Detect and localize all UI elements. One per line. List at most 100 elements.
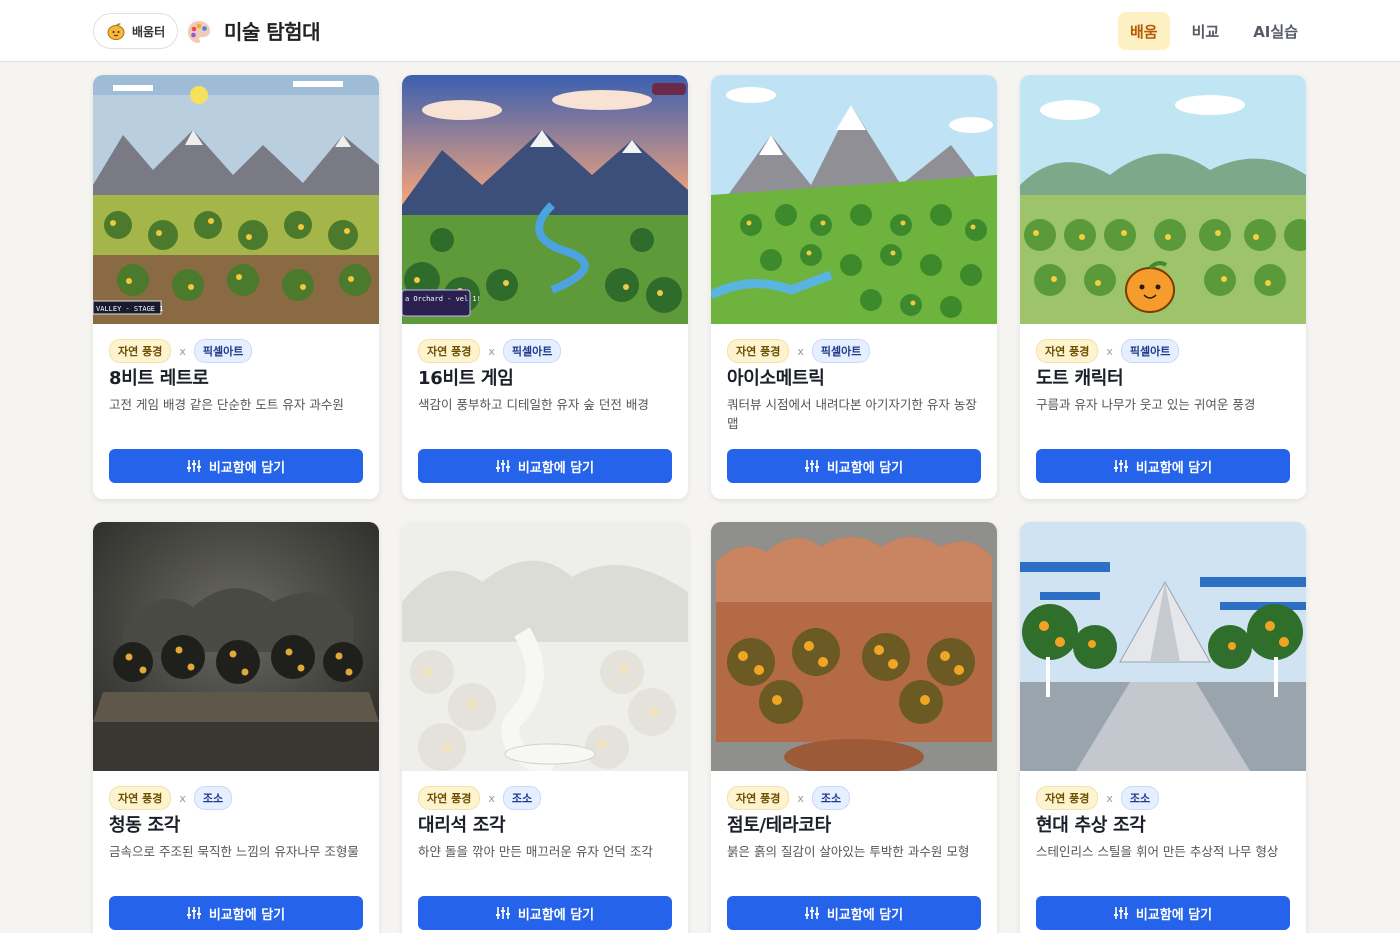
svg-text:a Orchard - vel 1!: a Orchard - vel 1! (405, 295, 481, 303)
add-to-compare-label: 비교함에 담기 (208, 460, 286, 476)
tag-style: 픽셀아트 (193, 339, 253, 363)
style-card[interactable]: 자연 풍경 x 조소 대리석 조각 하얀 돌을 깎아 만든 매끄러운 유자 언덕… (402, 522, 688, 933)
card-description: 구름과 유자 나무가 웃고 있는 귀여운 풍경 (1036, 397, 1256, 412)
card-title: 16비트 게임 (418, 368, 514, 389)
card-description: 하얀 돌을 깎아 만든 매끄러운 유자 언덕 조각 (418, 844, 653, 859)
tag-row: 자연 풍경 x 픽셀아트 (727, 339, 871, 363)
add-to-compare-button[interactable]: 비교함에 담기 (418, 896, 672, 930)
card-title: 대리석 조각 (418, 815, 506, 836)
add-to-compare-label: 비교함에 담기 (517, 907, 595, 923)
tag-style: 조소 (193, 786, 233, 810)
page-title: 미술 탐험대 (224, 20, 320, 44)
nav-ai-practice[interactable]: AI실습 (1241, 12, 1310, 50)
dot-character-image (1020, 75, 1306, 324)
tag-row: 자연 풍경 x 픽셀아트 (109, 339, 253, 363)
top-bar: 배움터 미술 탐험대 배움 비교 AI실습 (0, 0, 1400, 62)
tag-style: 조소 (1120, 786, 1160, 810)
tag-separator: x (1106, 344, 1113, 358)
tag-row: 자연 풍경 x 조소 (1036, 786, 1160, 810)
bronze-sculpture-image (93, 522, 379, 771)
style-card[interactable]: 자연 풍경 x 조소 점토/테라코타 붉은 흙의 질감이 살아있는 투박한 과수… (711, 522, 997, 933)
card-description: 고전 게임 배경 같은 단순한 도트 유자 과수원 (109, 397, 344, 412)
card-title: 도트 캐릭터 (1036, 368, 1124, 389)
sliders-icon (804, 907, 819, 919)
tag-row: 자연 풍경 x 픽셀아트 (418, 339, 562, 363)
tag-style: 조소 (811, 786, 851, 810)
add-to-compare-label: 비교함에 담기 (826, 460, 904, 476)
add-to-compare-button[interactable]: 비교함에 담기 (1036, 449, 1290, 483)
sliders-icon (1113, 460, 1128, 472)
yuzu-mascot-icon (107, 23, 125, 40)
tag-nature: 자연 풍경 (727, 786, 790, 810)
tag-row: 자연 풍경 x 조소 (418, 786, 542, 810)
card-description: 붉은 흙의 질감이 살아있는 투박한 과수원 모형 (727, 844, 970, 859)
style-card[interactable]: 자연 풍경 x 조소 현대 추상 조각 스테인리스 스틸을 휘어 만든 추상적 … (1020, 522, 1306, 933)
home-label: 배움터 (132, 24, 166, 39)
isometric-farm-image (711, 75, 997, 324)
tag-nature: 자연 풍경 (1036, 339, 1099, 363)
add-to-compare-button[interactable]: 비교함에 담기 (418, 449, 672, 483)
add-to-compare-button[interactable]: 비교함에 담기 (109, 449, 363, 483)
add-to-compare-button[interactable]: 비교함에 담기 (727, 896, 981, 930)
card-title: 아이소메트릭 (727, 368, 825, 389)
sliders-icon (186, 460, 201, 472)
add-to-compare-button[interactable]: 비교함에 담기 (727, 449, 981, 483)
card-title: 8비트 레트로 (109, 368, 209, 389)
add-to-compare-label: 비교함에 담기 (1135, 460, 1213, 476)
tag-separator: x (797, 791, 804, 805)
tag-separator: x (797, 344, 804, 358)
style-card[interactable]: 자연 풍경 x 픽셀아트 아이소메트릭 쿼터뷰 시점에서 내려다본 아기자기한 … (711, 75, 997, 499)
tag-nature: 자연 풍경 (727, 339, 790, 363)
style-card[interactable]: VALLEY - STAGE 1 자연 풍경 x 픽셀아트 8비트 레트로 고전… (93, 75, 379, 499)
tag-separator: x (488, 344, 495, 358)
main-nav: 배움 비교 AI실습 (1117, 12, 1310, 50)
tag-separator: x (1106, 791, 1113, 805)
card-title: 청동 조각 (109, 815, 181, 836)
card-description: 색감이 풍부하고 디테일한 유자 숲 던전 배경 (418, 397, 649, 412)
add-to-compare-label: 비교함에 담기 (517, 460, 595, 476)
style-card[interactable]: a Orchard - vel 1! 자연 풍경 x 픽셀아트 16비트 게임 … (402, 75, 688, 499)
style-card[interactable]: 자연 풍경 x 조소 청동 조각 금속으로 주조된 묵직한 느낌의 유자나무 조… (93, 522, 379, 933)
card-description: 금속으로 주조된 묵직한 느낌의 유자나무 조형물 (109, 844, 359, 859)
tag-nature: 자연 풍경 (109, 786, 172, 810)
card-title: 현대 추상 조각 (1036, 815, 1146, 836)
tag-separator: x (179, 344, 186, 358)
style-card[interactable]: 자연 풍경 x 픽셀아트 도트 캐릭터 구름과 유자 나무가 웃고 있는 귀여운… (1020, 75, 1306, 499)
tag-separator: x (179, 791, 186, 805)
svg-text:VALLEY - STAGE 1: VALLEY - STAGE 1 (96, 305, 163, 313)
tag-nature: 자연 풍경 (1036, 786, 1099, 810)
sliders-icon (804, 460, 819, 472)
marble-sculpture-image (402, 522, 688, 771)
card-description: 쿼터뷰 시점에서 내려다본 아기자기한 유자 농장 맵 (727, 397, 977, 431)
tag-style: 픽셀아트 (811, 339, 871, 363)
tag-style: 조소 (502, 786, 542, 810)
card-title: 점토/테라코타 (727, 815, 831, 836)
palette-icon (188, 21, 210, 43)
16bit-valley-image: a Orchard - vel 1! (402, 75, 688, 324)
tag-nature: 자연 풍경 (418, 339, 481, 363)
tag-row: 자연 풍경 x 조소 (727, 786, 851, 810)
tag-nature: 자연 풍경 (109, 339, 172, 363)
tag-style: 픽셀아트 (502, 339, 562, 363)
sliders-icon (186, 907, 201, 919)
add-to-compare-label: 비교함에 담기 (826, 907, 904, 923)
tag-separator: x (488, 791, 495, 805)
card-description: 스테인리스 스틸을 휘어 만든 추상적 나무 형상 (1036, 844, 1279, 859)
8bit-orchard-image: VALLEY - STAGE 1 (93, 75, 379, 324)
sliders-icon (495, 907, 510, 919)
terracotta-image (711, 522, 997, 771)
sliders-icon (495, 460, 510, 472)
card-grid: VALLEY - STAGE 1 자연 풍경 x 픽셀아트 8비트 레트로 고전… (93, 75, 1306, 933)
add-to-compare-button[interactable]: 비교함에 담기 (1036, 896, 1290, 930)
nav-compare[interactable]: 비교 (1180, 12, 1232, 50)
home-button[interactable]: 배움터 (93, 13, 179, 49)
add-to-compare-button[interactable]: 비교함에 담기 (109, 896, 363, 930)
tag-style: 픽셀아트 (1120, 339, 1180, 363)
add-to-compare-label: 비교함에 담기 (1135, 907, 1213, 923)
add-to-compare-label: 비교함에 담기 (208, 907, 286, 923)
tag-row: 자연 풍경 x 픽셀아트 (1036, 339, 1180, 363)
nav-learn[interactable]: 배움 (1117, 12, 1170, 50)
tag-nature: 자연 풍경 (418, 786, 481, 810)
tag-row: 자연 풍경 x 조소 (109, 786, 233, 810)
abstract-steel-image (1020, 522, 1306, 771)
